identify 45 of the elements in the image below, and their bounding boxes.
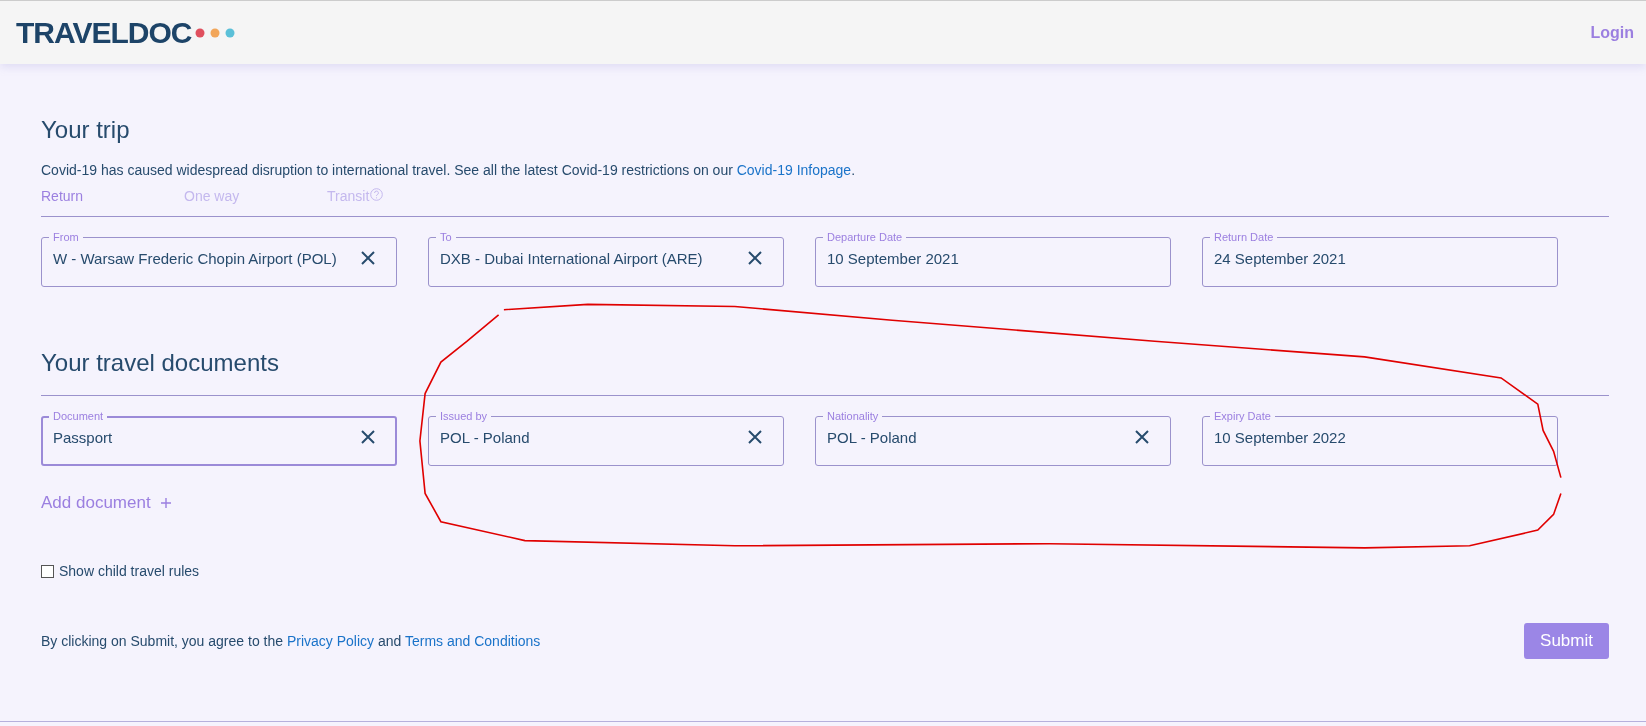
field-value: Passport: [53, 428, 113, 446]
field-value: W - Warsaw Frederic Chopin Airport (POL): [53, 249, 337, 267]
field-value: 10 September 2022: [1214, 428, 1346, 446]
plus-icon[interactable]: [160, 498, 171, 508]
field-label: Issued by: [439, 410, 489, 423]
terms-link[interactable]: Terms and Conditions: [404, 633, 541, 649]
select-field[interactable]: Nationality POL - Poland: [815, 410, 1171, 466]
close-icon[interactable]: [1134, 429, 1150, 445]
field-value: 24 September 2021: [1214, 249, 1346, 267]
field-value: POL - Poland: [827, 428, 917, 446]
logo-dots-icon: [195, 27, 236, 38]
field-label: Nationality: [826, 410, 880, 423]
section-heading: Your trip: [41, 116, 131, 144]
field-label: Expiry Date: [1213, 410, 1272, 423]
select-field[interactable]: From W - Warsaw Frederic Chopin Airport (POL): [41, 231, 397, 287]
infopage-link[interactable]: Covid-19 Infopage: [736, 162, 852, 178]
close-icon[interactable]: [747, 429, 763, 445]
field-label: Departure Date: [826, 231, 904, 244]
consent-text: By clicking on Submit, you agree to the Privacy Policy and Terms and Conditions: [41, 633, 541, 649]
covid-notice: Covid-19 has caused widespread disruption to international travel. See all the latest Covid-19 restrictions on our Covid-19 Infopage.: [41, 162, 857, 178]
field-value: POL - Poland: [440, 428, 530, 446]
submit-button[interactable]: Submit: [1524, 623, 1609, 659]
field-label: From: [52, 231, 80, 244]
select-field[interactable]: Return Date 24 September 2021: [1202, 231, 1558, 287]
section-heading: Your travel documents: [41, 349, 280, 377]
field-label: Return Date: [1213, 231, 1275, 244]
select-field[interactable]: To DXB - Dubai International Airport (ARE): [428, 231, 784, 287]
field-label: To: [439, 231, 453, 244]
close-icon[interactable]: [747, 250, 763, 266]
close-icon[interactable]: [360, 429, 376, 445]
trip-type-tab[interactable]: Return: [41, 188, 184, 204]
select-field[interactable]: Document Passport: [41, 410, 397, 466]
field-label: Document: [52, 410, 105, 423]
close-icon[interactable]: [360, 250, 376, 266]
select-field[interactable]: Departure Date 10 September 2021: [815, 231, 1171, 287]
logo-text: TRAVELDOC: [16, 15, 192, 50]
login-link[interactable]: Login: [1590, 23, 1634, 42]
checkbox-label: Show child travel rules: [59, 563, 200, 579]
field-value: DXB - Dubai International Airport (ARE): [440, 249, 703, 267]
privacy-policy-link[interactable]: Privacy Policy: [286, 633, 375, 649]
checkbox[interactable]: [41, 564, 54, 578]
select-field[interactable]: Issued by POL - Poland: [428, 410, 784, 466]
add-document-button[interactable]: Add document: [41, 493, 151, 513]
field-value: 10 September 2021: [827, 249, 959, 267]
select-field[interactable]: Expiry Date 10 September 2022: [1202, 410, 1558, 466]
